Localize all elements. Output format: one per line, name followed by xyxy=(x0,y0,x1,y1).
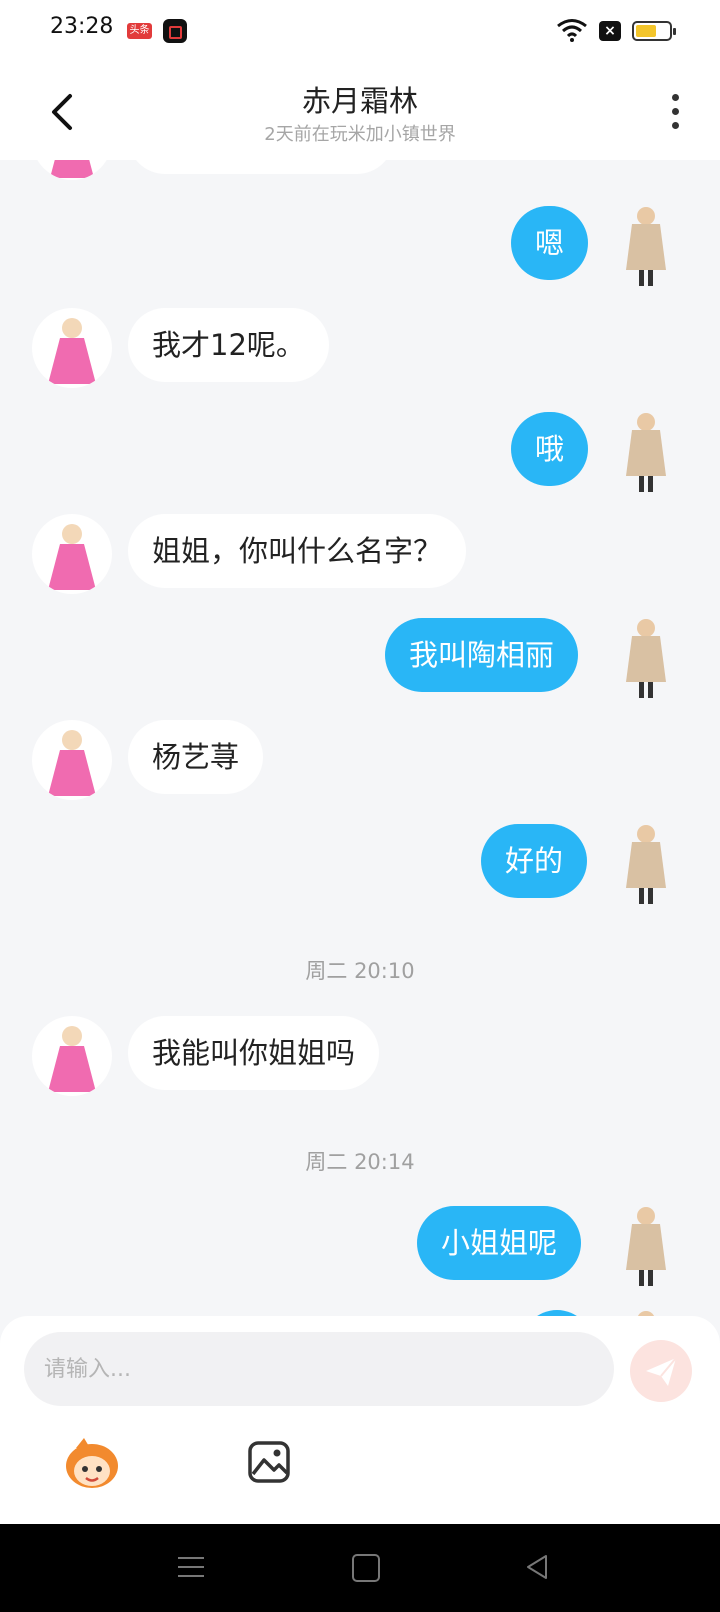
message-bubble-incoming[interactable]: 我能叫你姐姐吗 xyxy=(128,1016,380,1090)
message-bubble-outgoing[interactable]: 小姐姐呢 xyxy=(417,1206,582,1280)
message-bubble-incoming[interactable]: 杨艺荨 xyxy=(128,720,264,794)
status-time: 23:28 xyxy=(50,14,114,39)
wifi-icon xyxy=(557,19,587,42)
message-bubble-incoming[interactable]: 姐姐，你叫什么名字？ xyxy=(128,514,467,588)
message-bubble-outgoing[interactable]: 好的 xyxy=(481,824,588,898)
message-timestamp: 周二 20:10 xyxy=(305,959,415,983)
toutiao-badge-icon: 头条 xyxy=(127,23,152,39)
message-bubble-incoming[interactable]: 我才12呢。 xyxy=(128,308,329,382)
more-icon xyxy=(672,94,679,101)
emoji-mascot-icon[interactable] xyxy=(60,1436,124,1492)
nav-home-button[interactable] xyxy=(352,1554,380,1582)
my-avatar[interactable] xyxy=(616,616,676,700)
contact-avatar[interactable] xyxy=(32,1016,112,1096)
my-avatar[interactable] xyxy=(616,822,676,906)
battery-icon xyxy=(632,21,676,41)
page-subtitle: 2天前在玩米加小镇世界 xyxy=(264,124,456,145)
message-bubble-outgoing[interactable]: 我叫陶相丽 xyxy=(385,618,579,692)
contact-avatar[interactable] xyxy=(32,308,112,388)
contact-avatar[interactable] xyxy=(32,720,112,800)
chat-message-list[interactable]: 嗯 我才12呢。 哦 姐姐，你叫什么名字？ 我叫陶相丽 杨艺荨 好的 周二 20… xyxy=(0,160,720,1316)
status-bar: 23:28 头条 × xyxy=(0,0,720,64)
chat-header: 赤月霜林 2天前在玩米加小镇世界 xyxy=(0,64,720,160)
message-bubble-outgoing[interactable]: 哦 xyxy=(511,412,589,486)
page-title: 赤月霜林 xyxy=(301,84,418,118)
system-nav-bar xyxy=(0,1524,720,1612)
send-button[interactable] xyxy=(630,1340,692,1402)
nav-back-button[interactable] xyxy=(524,1553,550,1581)
message-composer xyxy=(0,1316,720,1524)
my-avatar[interactable] xyxy=(616,1308,676,1316)
my-avatar[interactable] xyxy=(616,1204,676,1288)
send-icon xyxy=(646,1357,677,1386)
my-avatar[interactable] xyxy=(616,204,676,288)
message-bubble-incoming[interactable] xyxy=(128,160,394,174)
more-options-button[interactable] xyxy=(664,92,688,132)
message-timestamp: 周二 20:14 xyxy=(305,1150,415,1174)
sim-off-icon: × xyxy=(599,21,621,41)
my-avatar[interactable] xyxy=(616,410,676,494)
contact-avatar[interactable] xyxy=(32,160,112,180)
message-input[interactable] xyxy=(24,1332,614,1406)
nav-recents-button[interactable] xyxy=(178,1554,204,1580)
camera-app-icon xyxy=(163,19,187,43)
contact-avatar[interactable] xyxy=(32,514,112,594)
image-icon[interactable] xyxy=(247,1440,291,1484)
message-bubble-outgoing[interactable]: 嗯 xyxy=(511,206,589,280)
